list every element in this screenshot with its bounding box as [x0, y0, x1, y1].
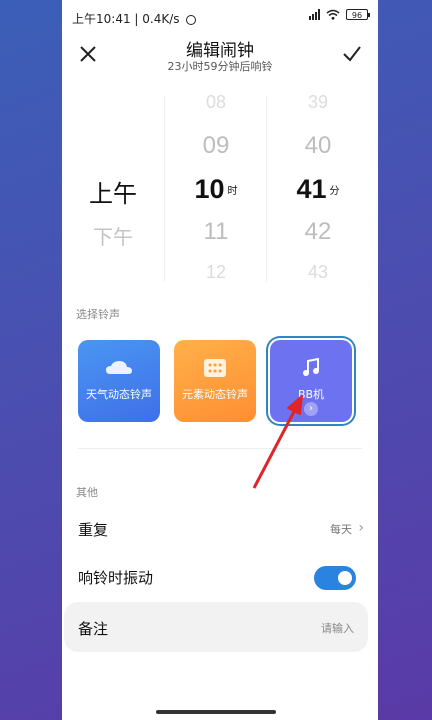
music-note-icon: [303, 358, 319, 376]
vibrate-toggle[interactable]: [314, 566, 356, 590]
cloud-icon: [106, 361, 132, 374]
note-input[interactable]: 请输入: [321, 620, 354, 636]
repeat-label: 重复: [78, 521, 109, 539]
network-speed: 0.4K/s: [142, 12, 180, 26]
signal-icon: [309, 9, 320, 20]
hour-item[interactable]: 12: [166, 262, 266, 283]
minute-selected[interactable]: 41 分: [268, 174, 368, 205]
ampm-selected[interactable]: 上午: [62, 174, 164, 209]
ringtone-card-element[interactable]: 元素动态铃声: [174, 340, 256, 422]
ring-countdown: 23小时59分钟后响铃: [167, 60, 273, 73]
hour-item[interactable]: 09: [166, 132, 266, 160]
status-right: 96: [309, 9, 370, 20]
minute-item[interactable]: 39: [268, 92, 368, 113]
note-row[interactable]: 备注 请输入: [64, 602, 368, 652]
other-section-label: 其他: [76, 486, 98, 499]
home-indicator[interactable]: [156, 710, 276, 714]
note-label: 备注: [78, 620, 109, 638]
confirm-check-icon[interactable]: [340, 42, 364, 66]
minute-item[interactable]: 42: [268, 218, 368, 246]
vibrate-label: 响铃时振动: [78, 569, 154, 587]
phone-screen: 上午10:41 | 0.4K/s 96 编辑闹钟 23小时59分钟后响铃 上午 …: [62, 0, 378, 720]
card-label: 天气动态铃声: [86, 388, 152, 401]
header: 编辑闹钟 23小时59分钟后响铃: [62, 34, 378, 78]
ringtone-section-label: 选择铃声: [76, 308, 120, 321]
ampm-wheel[interactable]: 上午 下午: [62, 86, 164, 292]
chevron-right-icon[interactable]: ›: [304, 402, 318, 416]
card-label: 元素动态铃声: [182, 388, 248, 401]
hour-wheel[interactable]: 08 09 10 时 11 12: [166, 86, 266, 292]
toggle-knob: [338, 571, 352, 585]
hour-item[interactable]: 08: [166, 92, 266, 113]
hour-selected[interactable]: 10 时: [166, 174, 266, 205]
wifi-icon: [326, 9, 340, 20]
status-left: 上午10:41 | 0.4K/s: [72, 10, 197, 27]
picker-divider: [164, 96, 165, 282]
status-bar: 上午10:41 | 0.4K/s 96: [62, 0, 378, 34]
minute-wheel[interactable]: 39 40 41 分 42 43: [268, 86, 368, 292]
repeat-value: 每天: [330, 523, 352, 536]
minute-item[interactable]: 40: [268, 132, 368, 160]
status-time: 上午10:41: [72, 12, 131, 26]
card-label: BB机: [297, 388, 325, 401]
alarm-status-icon: [186, 15, 197, 25]
grid-icon: [204, 359, 226, 377]
section-divider: [78, 448, 362, 449]
ampm-option[interactable]: 下午: [62, 221, 164, 250]
hour-item[interactable]: 11: [166, 218, 266, 246]
chevron-right-icon: ›: [358, 520, 364, 536]
ringtone-card-bb[interactable]: BB机 ›: [270, 340, 352, 422]
repeat-row[interactable]: 重复 每天 ›: [62, 508, 378, 548]
minute-item[interactable]: 43: [268, 262, 368, 283]
time-picker[interactable]: 上午 下午 08 09 10 时 11 12 39 40 41 分 42 43: [62, 86, 378, 292]
ringtone-card-weather[interactable]: 天气动态铃声: [78, 340, 160, 422]
picker-divider: [266, 96, 267, 282]
battery-icon: 96: [346, 9, 370, 20]
vibrate-row[interactable]: 响铃时振动: [62, 556, 378, 596]
